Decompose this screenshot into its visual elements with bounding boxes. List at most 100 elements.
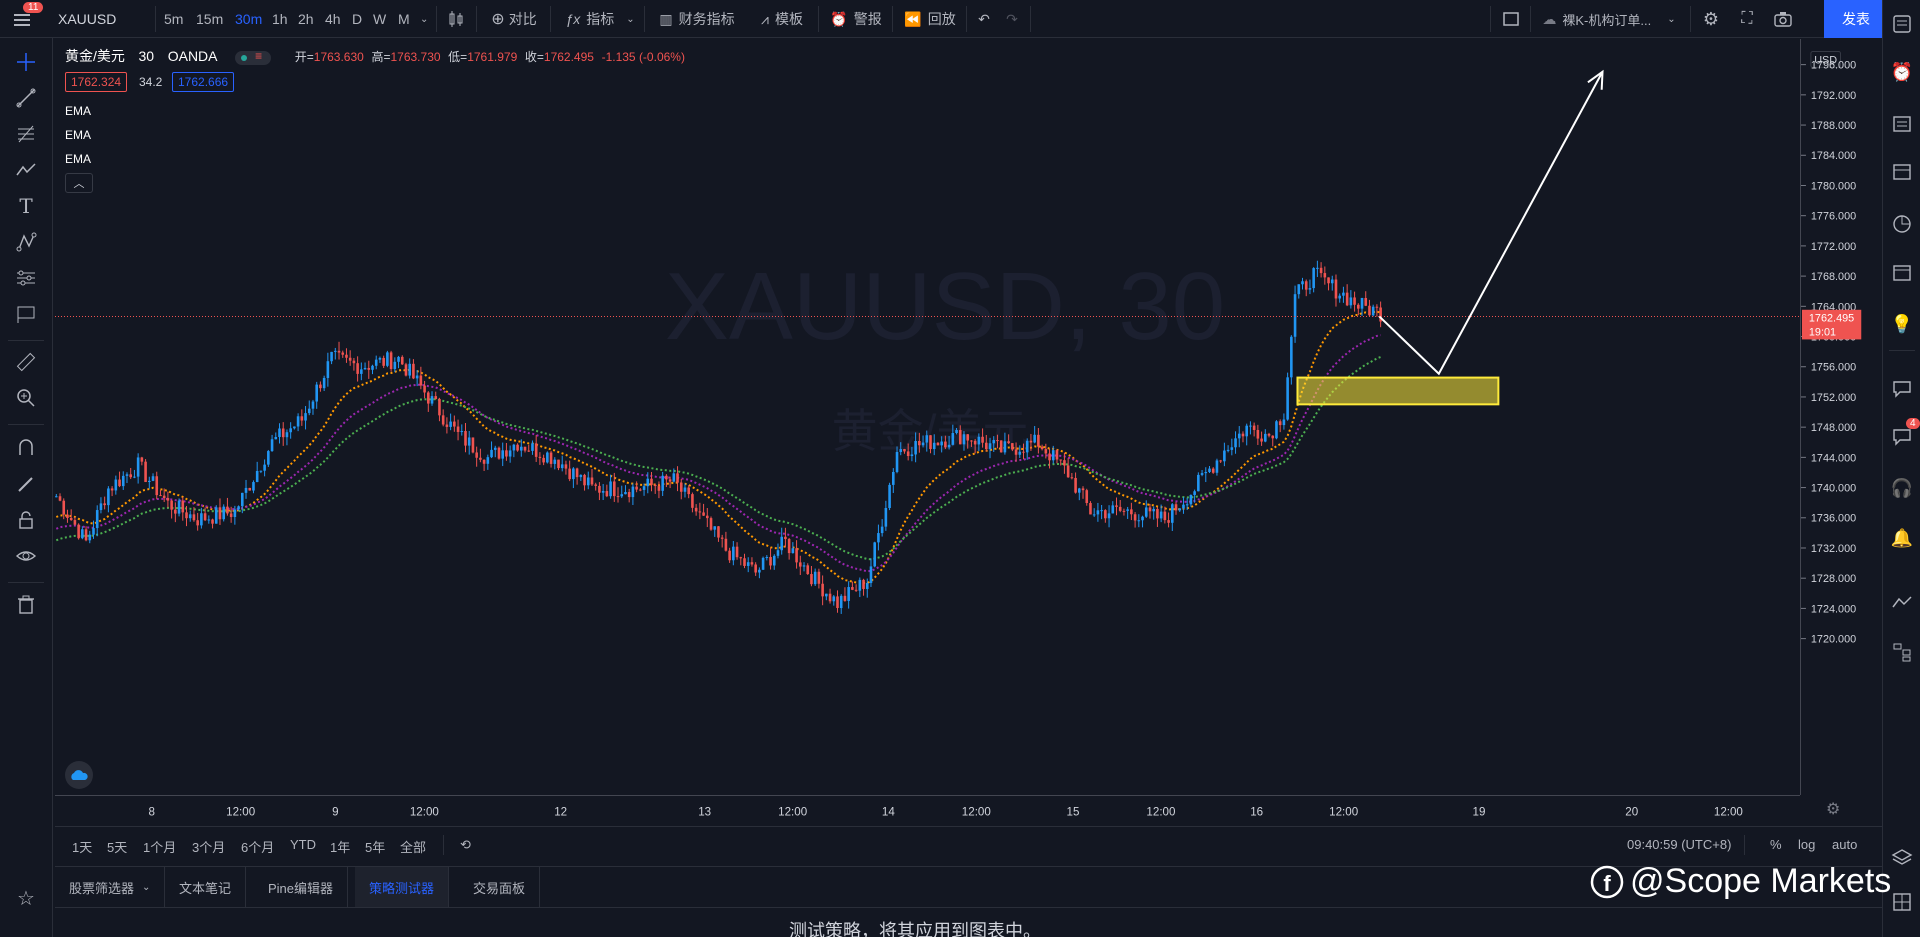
remove-drawings-tool[interactable]: [14, 592, 38, 616]
layers-button[interactable]: [1890, 846, 1914, 870]
icon-tool[interactable]: [14, 302, 38, 326]
candle: [564, 460, 568, 475]
ask-price[interactable]: 1762.666: [172, 72, 235, 92]
interval-15m[interactable]: 15m: [196, 11, 223, 27]
hotlists-button[interactable]: [1890, 212, 1914, 236]
interval-5m[interactable]: 5m: [164, 11, 183, 27]
help-button[interactable]: 🎧: [1890, 476, 1914, 500]
snapshot-button[interactable]: [1766, 0, 1800, 38]
data-window-button[interactable]: [1890, 160, 1914, 184]
replay-button[interactable]: ⏪ 回放: [900, 0, 960, 38]
goto-date-button[interactable]: ⟲: [460, 837, 471, 853]
chart-type-button[interactable]: [440, 0, 472, 38]
zoom-tool[interactable]: [14, 386, 38, 410]
favorites-tool[interactable]: ☆: [14, 886, 38, 910]
pattern-tool[interactable]: [14, 158, 38, 182]
menu-button[interactable]: 11: [0, 0, 44, 38]
interval-4h[interactable]: 4h: [325, 11, 341, 27]
interval-1h[interactable]: 1h: [272, 11, 288, 27]
bid-price[interactable]: 1762.324: [65, 72, 128, 92]
alerts-panel-button[interactable]: ⏰: [1890, 60, 1914, 84]
range-5d[interactable]: 5天: [107, 837, 127, 856]
range-1y[interactable]: 1年: [330, 837, 350, 856]
legend-title[interactable]: 黄金/美元: [65, 48, 125, 64]
interval-30m[interactable]: 30m: [235, 11, 262, 27]
interval-w[interactable]: W: [373, 11, 386, 27]
lock-drawings-tool[interactable]: [14, 508, 38, 532]
percent-toggle[interactable]: %: [1770, 837, 1782, 852]
measure-tool[interactable]: [14, 266, 38, 290]
trading-panel-button[interactable]: [1890, 890, 1914, 914]
tab-pine-editor[interactable]: Pine编辑器: [254, 867, 349, 907]
alert-button[interactable]: ⏰ 警报: [826, 0, 886, 38]
range-5y[interactable]: 5年: [365, 837, 385, 856]
trading-button[interactable]: [1890, 590, 1914, 614]
ruler-tool[interactable]: [14, 350, 38, 374]
indicators-button[interactable]: ƒx 指标 ⌄: [560, 0, 640, 38]
tab-stock-screener[interactable]: 股票筛选器 ⌄: [55, 867, 166, 907]
price-chart[interactable]: XAUUSD, 30 黄金/美元: [55, 39, 1800, 795]
range-1m[interactable]: 1个月: [143, 837, 176, 856]
tab-strategy-tester[interactable]: 策略测试器: [355, 867, 450, 907]
candle: [620, 485, 624, 499]
notifications-button[interactable]: 🔔: [1890, 526, 1914, 550]
object-tree-button[interactable]: [1890, 640, 1914, 664]
demand-zone-box[interactable]: [1296, 376, 1500, 406]
magnet-tool[interactable]: [14, 436, 38, 460]
redo-button[interactable]: ↷: [998, 0, 1026, 38]
candle: [527, 444, 531, 452]
watchlist-button[interactable]: [1890, 12, 1914, 36]
clock[interactable]: 09:40:59 (UTC+8): [1627, 837, 1731, 852]
chats-button[interactable]: [1890, 376, 1914, 400]
compare-button[interactable]: ⊕ 对比: [484, 0, 544, 38]
candle: [1319, 262, 1323, 278]
range-6m[interactable]: 6个月: [241, 837, 274, 856]
ema-legend-3[interactable]: EMA: [65, 152, 91, 166]
shapes-tool[interactable]: [14, 230, 38, 254]
time-scale[interactable]: 8 12:00 9 12:00 12 13 12:00 14 12:00 15 12:00 16 12:…: [55, 795, 1800, 825]
projection-arrow[interactable]: [1378, 69, 1604, 376]
collapse-legend-button[interactable]: ︿: [65, 173, 93, 193]
financials-button[interactable]: ▥ 财务指标: [652, 0, 742, 38]
hide-drawings-tool[interactable]: [14, 544, 38, 568]
interval-m[interactable]: M: [398, 11, 410, 27]
symbol-search[interactable]: XAUUSD: [58, 0, 128, 38]
interval-dropdown-icon[interactable]: ⌄: [420, 14, 428, 25]
range-1d[interactable]: 1天: [72, 837, 92, 856]
tab-text-notes[interactable]: 文本笔记: [165, 867, 247, 907]
crosshair-tool[interactable]: [14, 50, 38, 74]
ema-legend-2[interactable]: EMA: [65, 128, 91, 142]
calendar-button[interactable]: [1890, 260, 1914, 284]
layout-selector[interactable]: ☁ 裸K-机构订单... ⌄: [1534, 0, 1684, 38]
log-toggle[interactable]: log: [1798, 837, 1815, 852]
undo-button[interactable]: ↶: [970, 0, 998, 38]
candle: [679, 478, 683, 500]
candles-icon: [449, 11, 463, 27]
tradingview-logo-button[interactable]: [65, 761, 93, 789]
projection-path[interactable]: [1378, 71, 1604, 376]
fullscreen-button[interactable]: ⛶: [1730, 0, 1764, 38]
publish-button[interactable]: 发表: [1824, 0, 1888, 38]
templates-button[interactable]: ⩘ 模板: [752, 0, 812, 38]
scale-settings-button[interactable]: ⚙: [1826, 799, 1846, 821]
range-all[interactable]: 全部: [400, 837, 426, 856]
stay-drawing-tool[interactable]: [14, 472, 38, 496]
ideas-button[interactable]: 💡: [1890, 312, 1914, 336]
news-button[interactable]: [1890, 112, 1914, 136]
candle: [508, 445, 512, 463]
trendline-tool[interactable]: [14, 86, 38, 110]
fib-tool[interactable]: [14, 122, 38, 146]
interval-d[interactable]: D: [352, 11, 362, 27]
range-ytd[interactable]: YTD: [290, 837, 316, 852]
messages-button[interactable]: 4: [1890, 418, 1920, 448]
ema-legend-1[interactable]: EMA: [65, 104, 91, 118]
auto-toggle[interactable]: auto: [1832, 837, 1857, 852]
demand-zone[interactable]: [1296, 376, 1500, 406]
fullscreen-layout-button[interactable]: [1496, 0, 1526, 38]
price-scale[interactable]: USD 1796.0001792.0001788.0001784.0001780…: [1800, 39, 1882, 795]
range-3m[interactable]: 3个月: [192, 837, 225, 856]
tab-trading-panel[interactable]: 交易面板: [459, 867, 541, 907]
text-tool[interactable]: T: [14, 194, 38, 218]
interval-2h[interactable]: 2h: [298, 11, 314, 27]
settings-button[interactable]: ⚙: [1694, 0, 1728, 38]
